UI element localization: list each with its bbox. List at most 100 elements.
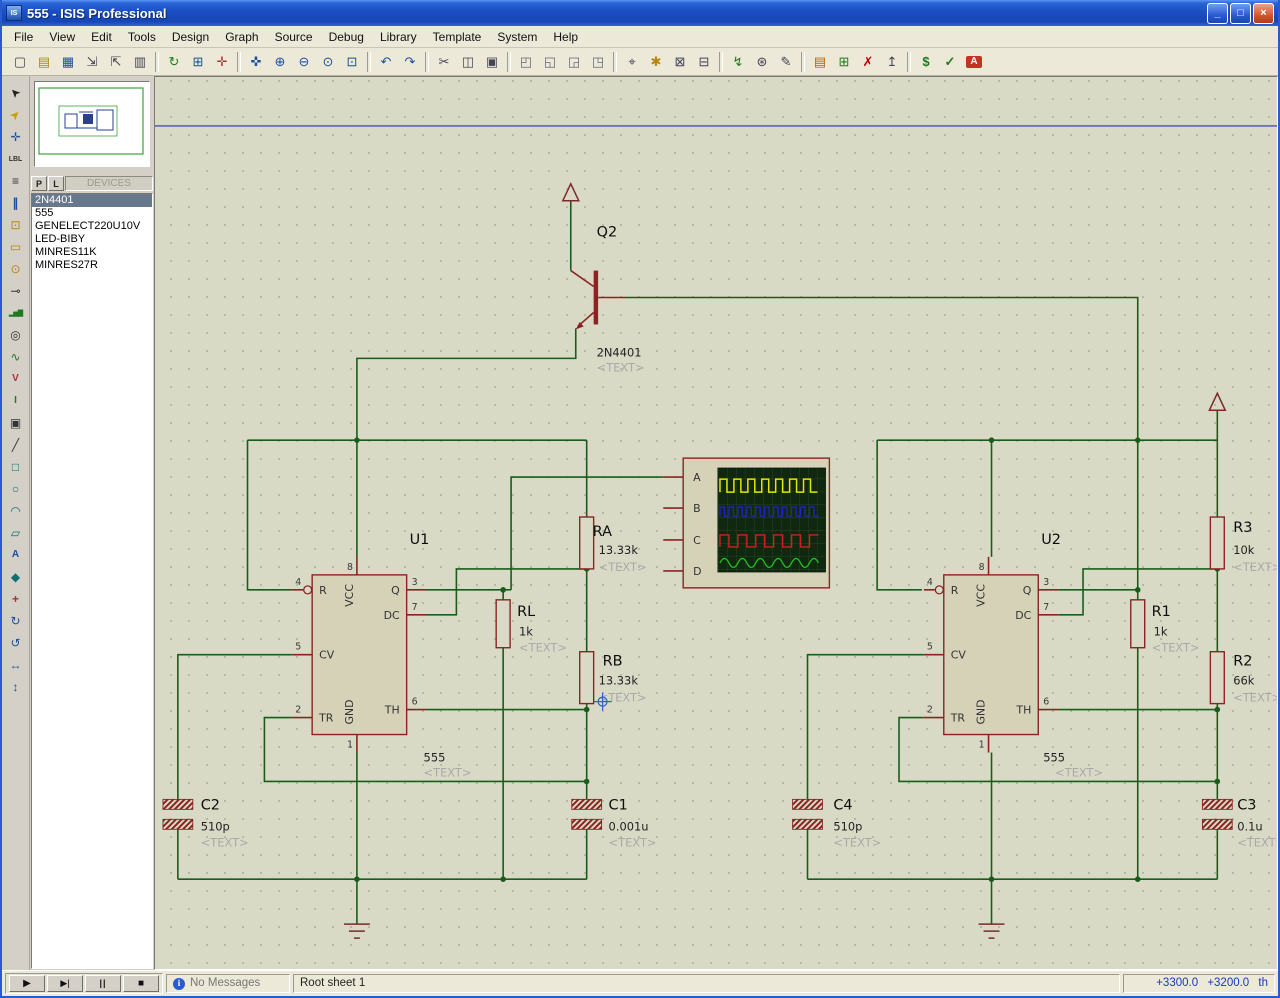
mirror-y-icon[interactable]: ↕ — [4, 676, 28, 698]
schematic-canvas[interactable]: Q2 2N4401 <TEXT> R CV TR Q DC TH VCC GN — [154, 76, 1278, 970]
zoom-out-icon[interactable]: ⊖ — [292, 50, 316, 73]
bill-of-materials-icon[interactable]: $ — [914, 50, 938, 73]
remove-sheet-icon[interactable]: ✗ — [856, 50, 880, 73]
redraw-icon[interactable]: ↻ — [162, 50, 186, 73]
component-rl[interactable]: RL 1k <TEXT> — [496, 600, 567, 655]
text-2d-icon[interactable]: A — [4, 544, 28, 566]
menu-item[interactable]: Design — [164, 27, 217, 47]
circle-2d-icon[interactable]: ○ — [4, 478, 28, 500]
copy-icon[interactable]: ◫ — [456, 50, 480, 73]
component-rb[interactable]: RB 13.33k <TEXT> — [580, 652, 647, 705]
block-copy-icon[interactable]: ◰ — [514, 50, 538, 73]
component-c2[interactable]: C2 510p <TEXT> — [163, 797, 249, 849]
zoom-in-icon[interactable]: ⊕ — [268, 50, 292, 73]
save-file-icon[interactable]: ▦ — [56, 50, 80, 73]
netlist-ares-icon[interactable]: A — [962, 50, 986, 73]
terminal-mode-icon[interactable]: ⊙ — [4, 258, 28, 280]
block-move-icon[interactable]: ◱ — [538, 50, 562, 73]
component-oscilloscope[interactable]: A B C D — [663, 458, 829, 588]
autorouter-icon[interactable]: ↯ — [726, 50, 750, 73]
generator-mode-icon[interactable]: ∿ — [4, 346, 28, 368]
line-2d-icon[interactable]: ╱ — [4, 434, 28, 456]
close-button[interactable]: × — [1253, 3, 1274, 24]
import-section-icon[interactable]: ⇲ — [80, 50, 104, 73]
tape-mode-icon[interactable]: ◎ — [4, 324, 28, 346]
ground-terminal[interactable] — [344, 924, 1004, 938]
packaging-icon[interactable]: ⊠ — [668, 50, 692, 73]
library-manager-button[interactable]: L — [48, 176, 64, 191]
device-list-item[interactable]: MINRES27R — [32, 259, 152, 272]
script-mode-icon[interactable]: ≡ — [4, 170, 28, 192]
menu-item[interactable]: Template — [425, 27, 490, 47]
arc-2d-icon[interactable]: ◠ — [4, 500, 28, 522]
grid-toggle-icon[interactable]: ⊞ — [186, 50, 210, 73]
minimize-button[interactable]: _ — [1207, 3, 1228, 24]
component-c1[interactable]: C1 0.001u <TEXT> — [572, 797, 657, 849]
device-list-item[interactable]: LED-BIBY — [32, 233, 152, 246]
component-r2[interactable]: R2 66k <TEXT> — [1210, 652, 1277, 705]
overview-minimap[interactable] — [34, 81, 150, 167]
rotate-ccw-icon[interactable]: ↺ — [4, 632, 28, 654]
zoom-all-icon[interactable]: ⊙ — [316, 50, 340, 73]
pause-button[interactable]: || — [85, 975, 121, 992]
paste-icon[interactable]: ▣ — [480, 50, 504, 73]
decompose-icon[interactable]: ⊟ — [692, 50, 716, 73]
menu-item[interactable]: Source — [267, 27, 321, 47]
bus-mode-icon[interactable]: ∥ — [4, 192, 28, 214]
open-file-icon[interactable]: ▤ — [32, 50, 56, 73]
device-list-item[interactable]: MINRES11K — [32, 246, 152, 259]
menu-item[interactable]: Tools — [120, 27, 164, 47]
goto-sheet-icon[interactable]: ↥ — [880, 50, 904, 73]
design-explorer-icon[interactable]: ▤ — [808, 50, 832, 73]
component-ra[interactable]: RA 13.33k <TEXT> — [580, 517, 647, 574]
search-tag-icon[interactable]: ⊛ — [750, 50, 774, 73]
zoom-area-icon[interactable]: ⊡ — [340, 50, 364, 73]
marker-2d-icon[interactable]: + — [4, 588, 28, 610]
box-2d-icon[interactable]: □ — [4, 456, 28, 478]
component-u1[interactable]: R CV TR Q DC TH VCC GND 4 5 2 3 7 6 8 1 — [292, 532, 471, 780]
path-2d-icon[interactable]: ▱ — [4, 522, 28, 544]
selection-mode-icon[interactable]: ➤ — [4, 82, 28, 104]
component-mode-icon[interactable]: ➤ — [4, 104, 28, 126]
export-section-icon[interactable]: ⇱ — [104, 50, 128, 73]
step-button[interactable]: ▶| — [47, 975, 83, 992]
rotate-cw-icon[interactable]: ↻ — [4, 610, 28, 632]
pin-mode-icon[interactable]: ⊸ — [4, 280, 28, 302]
device-list-item[interactable]: GENELECT220U10V — [32, 220, 152, 233]
play-button[interactable]: ▶ — [9, 975, 45, 992]
component-c4[interactable]: C4 510p <TEXT> — [793, 797, 882, 849]
stop-button[interactable]: ■ — [123, 975, 159, 992]
component-r3[interactable]: R3 10k <TEXT> — [1210, 517, 1277, 574]
menu-item[interactable]: Debug — [321, 27, 372, 47]
component-c3[interactable]: C3 0.1u <TEXT> — [1202, 797, 1277, 849]
pick-devices-button[interactable]: P — [31, 176, 47, 191]
current-probe-icon[interactable]: I — [4, 390, 28, 412]
component-u2[interactable]: R CV TR Q DC TH VCC GND 4 5 2 3 7 6 8 1 — [924, 532, 1103, 780]
electrical-check-icon[interactable]: ✓ — [938, 50, 962, 73]
menu-item[interactable]: System — [489, 27, 545, 47]
new-sheet-icon[interactable]: ⊞ — [832, 50, 856, 73]
menu-item[interactable]: View — [41, 27, 83, 47]
subcircuit-mode-icon[interactable]: ⊡ — [4, 214, 28, 236]
menu-item[interactable]: Library — [372, 27, 425, 47]
voltage-probe-icon[interactable]: V — [4, 368, 28, 390]
wire-label-mode-icon[interactable]: LBL — [4, 148, 28, 170]
pick-parts-icon[interactable]: ⌖ — [620, 50, 644, 73]
cut-icon[interactable]: ✂ — [432, 50, 456, 73]
device-list-item[interactable]: 2N4401 — [32, 194, 152, 207]
menu-item[interactable]: File — [6, 27, 41, 47]
symbol-2d-icon[interactable]: ◆ — [4, 566, 28, 588]
mirror-x-icon[interactable]: ↔ — [4, 654, 28, 676]
maximize-button[interactable]: □ — [1230, 3, 1251, 24]
component-q2[interactable]: Q2 2N4401 <TEXT> — [571, 225, 645, 375]
print-icon[interactable]: ▥ — [128, 50, 152, 73]
component-r1[interactable]: R1 1k <TEXT> — [1131, 600, 1200, 655]
block-delete-icon[interactable]: ◳ — [586, 50, 610, 73]
origin-icon[interactable]: ✛ — [210, 50, 234, 73]
redo-icon[interactable]: ↷ — [398, 50, 422, 73]
undo-icon[interactable]: ↶ — [374, 50, 398, 73]
menu-item[interactable]: Edit — [83, 27, 120, 47]
schematic[interactable]: Q2 2N4401 <TEXT> R CV TR Q DC TH VCC GN — [155, 77, 1277, 969]
new-file-icon[interactable]: ▢ — [8, 50, 32, 73]
make-device-icon[interactable]: ✱ — [644, 50, 668, 73]
